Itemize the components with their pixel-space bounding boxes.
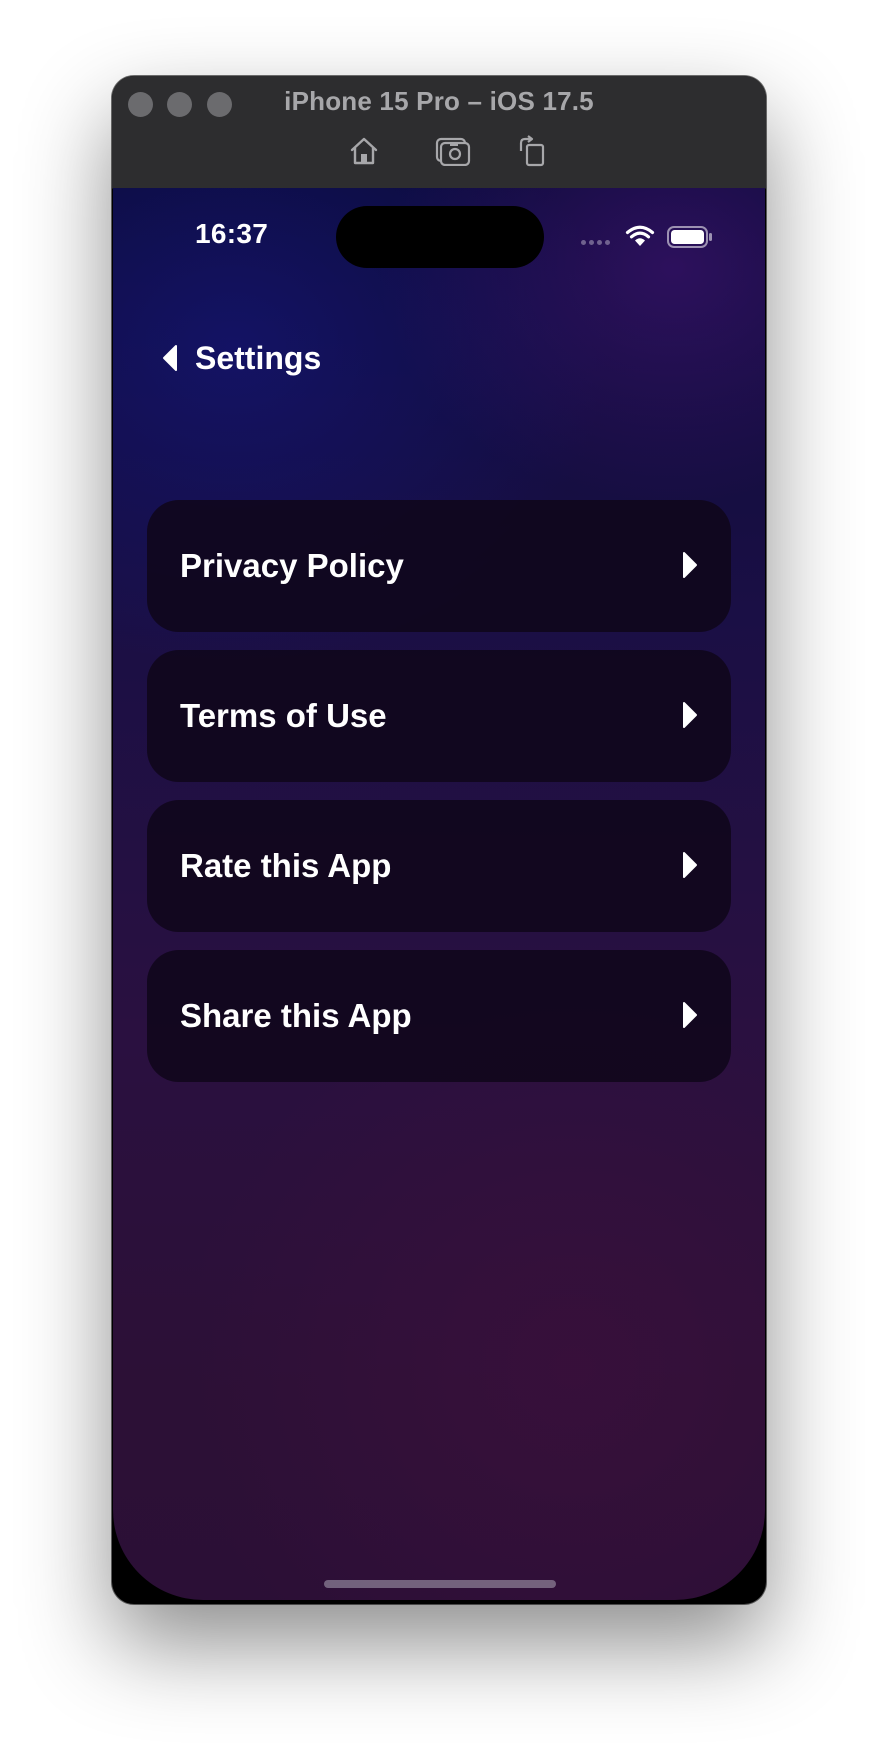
rotate-button[interactable]: [512, 134, 552, 168]
row-label: Terms of Use: [180, 697, 387, 734]
chevron-right-icon: [683, 702, 697, 728]
battery-icon: [667, 226, 712, 248]
row-label: Rate this App: [180, 847, 392, 884]
wifi-icon: [625, 225, 655, 246]
row-label: Share this App: [180, 997, 412, 1034]
home-icon: [350, 137, 378, 165]
back-button-label: Settings: [195, 339, 322, 376]
row-label: Privacy Policy: [180, 547, 404, 584]
cellular-signal-icon: [581, 240, 610, 245]
rotate-icon: [519, 135, 545, 167]
settings-list: Privacy Policy Terms of Use Rate this Ap…: [147, 500, 731, 1100]
share-app-row[interactable]: Share this App: [147, 950, 731, 1082]
back-button[interactable]: Settings: [161, 336, 321, 380]
rate-app-row[interactable]: Rate this App: [147, 800, 731, 932]
back-triangle-icon: [163, 345, 177, 371]
status-time: 16:37: [195, 218, 269, 249]
home-button[interactable]: [344, 134, 384, 168]
privacy-policy-row[interactable]: Privacy Policy: [147, 500, 731, 632]
chevron-right-icon: [683, 1002, 697, 1028]
screenshot-button[interactable]: [433, 134, 473, 168]
device-screen: 16:37 Settings Privacy Policy Terms of U…: [113, 188, 765, 1600]
window-title: iPhone 15 Pro – iOS 17.5: [284, 86, 594, 116]
chevron-right-icon: [683, 852, 697, 878]
terms-of-use-row[interactable]: Terms of Use: [147, 650, 731, 782]
dynamic-island: [336, 206, 544, 268]
chevron-right-icon: [683, 552, 697, 578]
screenshot-icon: [435, 137, 471, 166]
simulator-titlebar: iPhone 15 Pro – iOS 17.5: [112, 76, 766, 189]
simulator-window: iPhone 15 Pro – iOS 17.5 16:37 Settings …: [112, 76, 766, 1604]
home-indicator[interactable]: [324, 1580, 556, 1588]
